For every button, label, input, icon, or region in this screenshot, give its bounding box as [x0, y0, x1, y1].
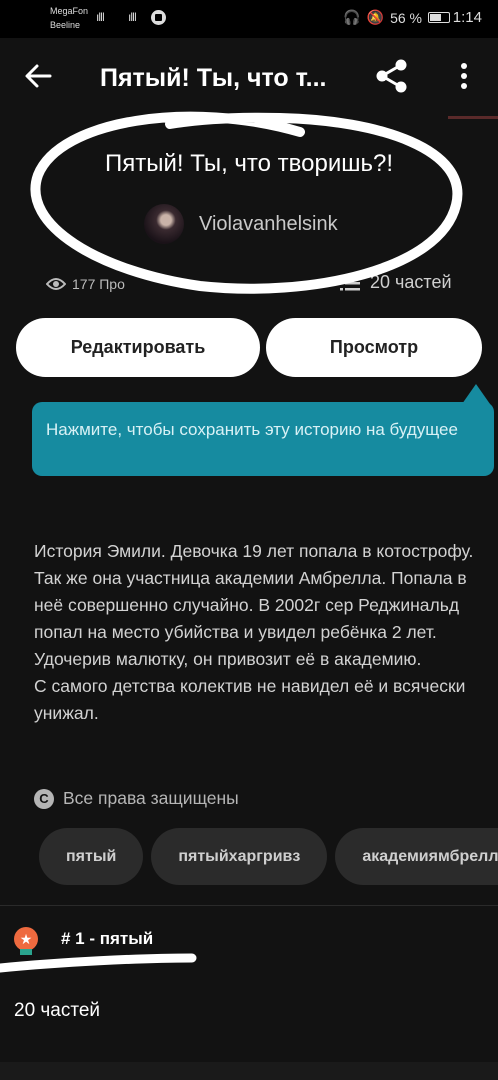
copyright-row: C Все права защищены: [34, 788, 239, 809]
ranking-row[interactable]: ★ # 1 - пятый: [14, 927, 153, 955]
notification-app-icon: [151, 10, 166, 25]
bottom-divider: [0, 1062, 498, 1080]
copyright-icon: C: [34, 788, 54, 809]
signal-strength-icon-2: ıl‖: [128, 10, 137, 24]
tag-list: пятый пятыйхаргривз академиямбрелла: [39, 828, 498, 885]
author-name[interactable]: Violavanhelsink: [199, 213, 338, 236]
more-options-icon[interactable]: [452, 60, 476, 92]
status-bar: MegaFon Beeline ıl‖ ıl‖ 🎧 🔕 56 % 1:14: [0, 0, 498, 38]
stat-parts: 20 частей: [340, 272, 452, 293]
table-of-contents-header[interactable]: 20 частей: [14, 1000, 100, 1022]
save-story-tooltip[interactable]: Нажмите, чтобы сохранить эту историю на …: [32, 402, 494, 476]
carrier-1: MegaFon: [50, 6, 89, 16]
tag-chip[interactable]: пятый: [39, 828, 144, 885]
status-right: 🎧 🔕 56 %: [343, 9, 450, 26]
tooltip-arrow: [462, 384, 490, 404]
story-title: Пятый! Ты, что творишь?!: [104, 150, 393, 177]
mute-icon: 🔕: [366, 9, 385, 25]
author-avatar[interactable]: [144, 204, 184, 244]
page-title: Пятый! Ты, что т...: [100, 64, 327, 92]
share-icon[interactable]: [374, 58, 410, 94]
carrier-2: Beeline: [50, 20, 81, 30]
battery-icon: [428, 12, 450, 23]
headphones-icon: 🎧: [343, 9, 361, 25]
edit-button[interactable]: Редактировать: [16, 318, 260, 377]
signal-strength-icon: ıl‖: [96, 10, 105, 24]
battery-percent: 56 %: [390, 9, 422, 26]
copyright-label: Все права защищены: [63, 788, 239, 808]
back-arrow-icon[interactable]: [22, 60, 54, 92]
rank-label[interactable]: # 1 - пятый: [61, 929, 153, 949]
list-icon: [340, 275, 360, 290]
views-count: 177 Про: [72, 276, 125, 292]
divider: [0, 905, 498, 906]
description-text: История Эмили. Девочка 19 лет попала в к…: [34, 541, 474, 723]
top-app-bar: Пятый! Ты, что т...: [0, 38, 498, 116]
tag-chip[interactable]: академиямбрелла: [335, 828, 498, 885]
preview-button[interactable]: Просмотр: [266, 318, 482, 377]
carrier-names: MegaFon Beeline: [50, 4, 88, 32]
rank-badge-icon: ★: [14, 927, 38, 955]
eye-icon: [46, 278, 66, 290]
author-link[interactable]: Violavanhelsink: [144, 203, 338, 245]
stat-views: 177 Про: [46, 272, 125, 296]
tag-chip[interactable]: пятыйхаргривз: [151, 828, 328, 885]
cover-edge: [448, 116, 498, 119]
parts-count-stat: 20 частей: [370, 272, 452, 292]
story-description: История Эмили. Девочка 19 лет попала в к…: [34, 538, 474, 727]
clock: 1:14: [452, 9, 482, 26]
underline-annotation: [0, 953, 197, 973]
